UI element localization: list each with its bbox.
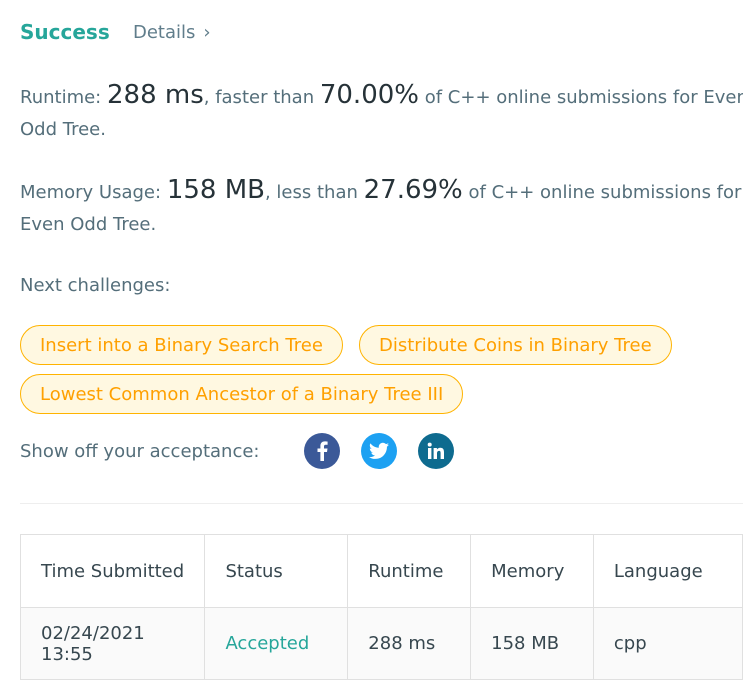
share-label: Show off your acceptance: xyxy=(20,441,260,462)
details-label: Details xyxy=(133,22,196,43)
status-accepted-link[interactable]: Accepted xyxy=(204,607,349,680)
chevron-right-icon: › xyxy=(203,22,211,43)
runtime-rest: of C++ online submissions for Even xyxy=(424,87,743,108)
cell-time-submitted: 02/24/2021 13:55 xyxy=(19,607,206,680)
col-time-submitted: Time Submitted xyxy=(19,534,206,608)
runtime-summary: Runtime: 288 ms, faster than 70.00% of C… xyxy=(20,80,743,110)
runtime-line2: Odd Tree. xyxy=(20,119,106,140)
challenge-tag-lca-iii[interactable]: Lowest Common Ancestor of a Binary Tree … xyxy=(20,374,464,414)
table-row[interactable]: 02/24/2021 13:55 Accepted 288 ms 158 MB … xyxy=(19,607,743,680)
table-header-row: Time Submitted Status Runtime Memory Lan… xyxy=(19,534,743,608)
memory-line2: Even Odd Tree. xyxy=(20,214,157,235)
twitter-icon[interactable] xyxy=(361,433,397,469)
runtime-value: 288 ms xyxy=(106,80,204,110)
col-status: Status xyxy=(204,534,349,608)
runtime-mid: , faster than xyxy=(203,87,315,108)
section-divider xyxy=(20,503,743,504)
challenge-tag-distribute-coins[interactable]: Distribute Coins in Binary Tree xyxy=(359,325,672,365)
memory-mid: , less than xyxy=(264,182,358,203)
runtime-label: Runtime: xyxy=(20,87,102,108)
memory-value: 158 MB xyxy=(166,175,265,205)
runtime-percent: 70.00% xyxy=(319,80,419,110)
memory-rest: of C++ online submissions for xyxy=(468,182,742,203)
result-status: Success xyxy=(20,20,110,44)
cell-runtime: 288 ms xyxy=(347,607,472,680)
linkedin-icon[interactable] xyxy=(418,433,454,469)
submission-table: Time Submitted Status Runtime Memory Lan… xyxy=(19,534,743,680)
col-memory: Memory xyxy=(470,534,594,608)
memory-percent: 27.69% xyxy=(363,175,463,205)
cell-memory: 158 MB xyxy=(470,607,594,680)
cell-language: cpp xyxy=(592,607,743,680)
details-link[interactable]: Details › xyxy=(133,22,211,43)
memory-summary: Memory Usage: 158 MB, less than 27.69% o… xyxy=(20,175,741,205)
facebook-icon[interactable] xyxy=(304,433,340,469)
col-language: Language xyxy=(592,534,743,608)
next-challenges-label: Next challenges: xyxy=(20,275,171,296)
memory-label: Memory Usage: xyxy=(20,182,162,203)
challenge-tag-insert-bst[interactable]: Insert into a Binary Search Tree xyxy=(20,325,343,365)
col-runtime: Runtime xyxy=(347,534,472,608)
